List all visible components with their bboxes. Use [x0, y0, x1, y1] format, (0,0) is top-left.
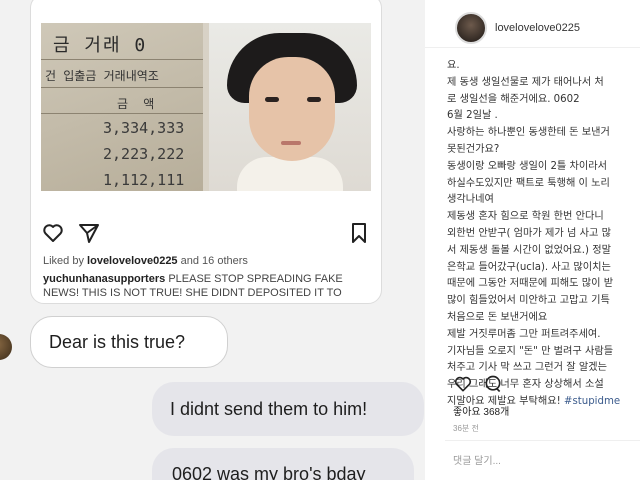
caption-line: 서 제동생 돌볼 시간이 없었어요.) 정말: [447, 244, 611, 256]
likes-count[interactable]: 좋아요 368개: [453, 403, 509, 418]
comment-icon[interactable]: [483, 374, 503, 394]
hashtag-link[interactable]: #stupidme: [564, 396, 620, 407]
divider: [445, 440, 640, 441]
caption-line: 때문에 그동안 저때문에 피해도 많이 받: [447, 278, 614, 290]
message-incoming: Dear is this true?: [30, 316, 228, 368]
likes-suffix[interactable]: and 16 others: [181, 255, 248, 267]
caption-line: 사랑하는 하나뿐인 동생한테 돈 보낸거: [447, 127, 610, 139]
caption-line: 못된건가요?: [447, 143, 500, 155]
instagram-post-screenshot: lovelovelove0225 요. 제 동생 생일선물로 제가 태어나서 처…: [425, 0, 640, 480]
post-timestamp: 36분 전: [453, 424, 479, 433]
heart-icon[interactable]: [453, 374, 473, 394]
post-caption: 요. 제 동생 생일선물로 제가 태어나서 처 로 생일선을 해준거에요. 06…: [447, 58, 640, 411]
caption-line: 외한번 안받구( 엄마가 제가 넘 사고 많: [447, 227, 611, 239]
receipt-amount: 3,334,333: [103, 119, 185, 137]
receipt-divider: [41, 113, 203, 114]
post-photo: 금 거래 0 건 입출금 거래내역조 금 액 3,334,333 2,223,2…: [41, 23, 371, 191]
caption-line: 6월 2일날 .: [447, 110, 498, 122]
post-username[interactable]: lovelovelove0225: [495, 22, 580, 34]
comment-input[interactable]: 댓글 달기...: [453, 452, 501, 467]
avatar[interactable]: [455, 12, 487, 44]
caption-line: 제 동생 생일선물로 제가 태어나서 처: [447, 76, 604, 88]
avatar[interactable]: [0, 334, 12, 360]
heart-icon[interactable]: [41, 221, 65, 245]
caption-line: 생각나네여: [447, 194, 494, 206]
message-outgoing: I didnt send them to him!: [152, 382, 424, 436]
bookmark-icon[interactable]: [347, 221, 371, 245]
caption-line: 많이 힘들었어서 미안하고 고맙고 기특: [447, 295, 610, 307]
receipt-divider: [41, 87, 203, 88]
receipt-amount-header: 금 액: [117, 97, 159, 111]
send-icon[interactable]: [77, 221, 101, 245]
caption-line: 처음으로 돈 보낸거에요: [447, 311, 548, 323]
likes-user[interactable]: lovelovelove0225: [87, 255, 178, 267]
chat-screenshot: 금 거래 0 건 입출금 거래내역조 금 액 3,334,333 2,223,2…: [0, 0, 425, 480]
post-header: lovelovelove0225: [425, 0, 640, 48]
bank-receipt-image: 금 거래 0 건 입출금 거래내역조 금 액 3,334,333 2,223,2…: [41, 23, 203, 191]
shared-instagram-post[interactable]: 금 거래 0 건 입출금 거래내역조 금 액 3,334,333 2,223,2…: [30, 0, 382, 304]
post-action-bar: [41, 221, 371, 245]
receipt-divider: [41, 59, 203, 60]
post-action-bar: [453, 374, 513, 396]
receipt-amount: 1,112,111: [103, 171, 185, 189]
caption-line: 은학교 들어갔구(ucla). 사고 많이치는: [447, 261, 611, 273]
caption-line: 제발 거짓루머좀 그만 퍼트려주세여.: [447, 328, 601, 340]
comment-username[interactable]: yuchunhanasupporters: [43, 273, 165, 285]
post-likes: Liked by lovelovelove0225 and 16 others: [43, 255, 248, 267]
receipt-subtitle: 건 입출금 거래내역조: [45, 69, 159, 83]
caption-line: 제동생 혼자 힘으로 학원 한번 안다니: [447, 211, 604, 223]
caption-line: 동생이랑 오빠랑 생일이 2틀 차이라서: [447, 160, 608, 172]
receipt-title: 금 거래 0: [53, 35, 148, 56]
portrait-image: [209, 23, 371, 191]
caption-line: 요.: [447, 60, 460, 71]
caption-line: 기자님들 오로지 "돈" 만 벌려구 사람들: [447, 345, 614, 357]
post-comment: yuchunhanasupporters PLEASE STOP SPREADI…: [43, 272, 373, 300]
receipt-amount: 2,223,222: [103, 145, 185, 163]
likes-prefix: Liked by: [43, 255, 84, 267]
caption-line: 로 생일선을 해준거에요. 0602: [447, 93, 580, 105]
caption-line: 하실수도있지만 팩트로 툭행해 이 노리: [447, 177, 610, 189]
message-outgoing: 0602 was my bro's bday: [152, 448, 414, 480]
